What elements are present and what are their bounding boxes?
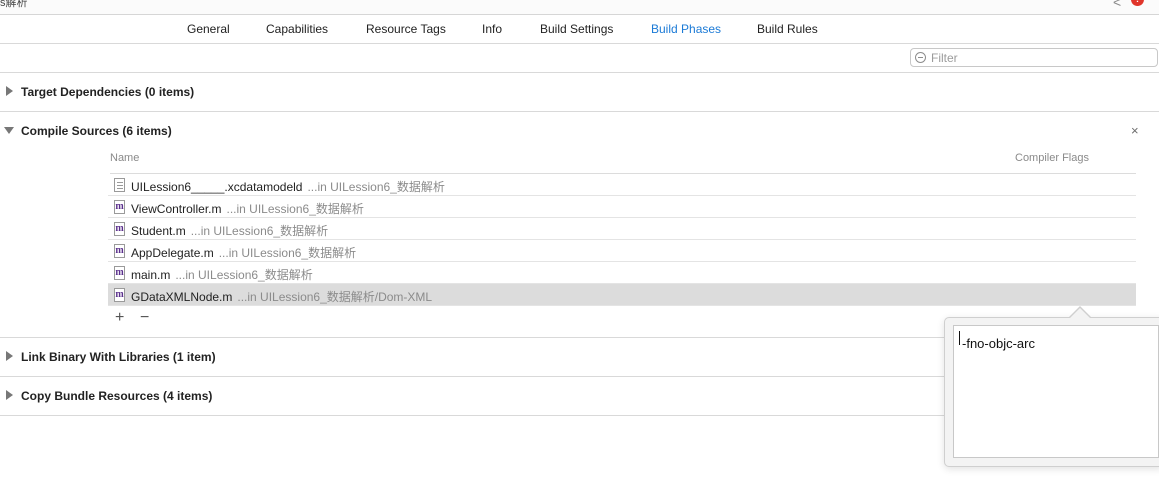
close-icon[interactable]: × (1131, 123, 1139, 138)
popover-arrow-fill (1069, 308, 1091, 319)
column-header-name[interactable]: Name (110, 152, 139, 164)
window-top-strip: s解析 < ! (0, 0, 1159, 15)
phase-title: Copy Bundle Resources (4 items) (21, 389, 213, 403)
file-name: main.m ...in UILession6_数据解析 (131, 268, 313, 282)
file-name: AppDelegate.m ...in UILession6_数据解析 (131, 246, 357, 260)
disclosure-triangle-icon[interactable] (4, 127, 14, 134)
table-row[interactable]: m main.m ...in UILession6_数据解析 (108, 262, 1136, 284)
file-path: ...in UILession6_数据解析 (175, 268, 313, 282)
tab-build-phases[interactable]: Build Phases (651, 22, 721, 36)
tab-capabilities[interactable]: Capabilities (266, 22, 328, 36)
tab-build-rules[interactable]: Build Rules (757, 22, 818, 36)
filter-input[interactable] (931, 50, 1151, 65)
tab-resource-tags[interactable]: Resource Tags (366, 22, 446, 36)
table-row[interactable]: m AppDelegate.m ...in UILession6_数据解析 (108, 240, 1136, 262)
file-name: GDataXMLNode.m ...in UILession6_数据解析/Dom-… (131, 290, 433, 304)
objc-file-icon: m (114, 288, 125, 302)
file-path: ...in UILession6_数据解析 (190, 224, 329, 238)
phase-target-dependencies[interactable]: Target Dependencies (0 items) (0, 81, 1159, 103)
file-path: ...in UILession6_数据解析 (307, 180, 445, 194)
tab-info[interactable]: Info (482, 22, 502, 36)
objc-file-icon: m (114, 200, 125, 214)
breadcrumb: s解析 (0, 0, 28, 9)
add-file-button[interactable]: + (115, 309, 124, 327)
compiler-flags-value[interactable]: -fno-objc-arc (958, 331, 1035, 351)
table-row-selected[interactable]: m GDataXMLNode.m ...in UILession6_数据解析/Do… (108, 284, 1136, 306)
disclosure-triangle-icon[interactable] (6, 351, 13, 361)
phase-title: Link Binary With Libraries (1 item) (21, 350, 216, 364)
objc-file-icon: m (114, 222, 125, 236)
tab-general[interactable]: General (187, 22, 230, 36)
file-name: ViewController.m ...in UILession6_数据解析 (131, 202, 364, 216)
compiler-flags-textarea[interactable]: -fno-objc-arc (953, 325, 1159, 458)
data-model-file-icon (114, 178, 125, 192)
table-row[interactable]: m ViewController.m ...in UILession6_数据解析 (108, 196, 1136, 218)
table-row[interactable]: UILession6_____.xcdatamodeld ...in UILess… (108, 174, 1136, 196)
file-path: ...in UILession6_数据解析 (226, 202, 364, 216)
phase-title: Target Dependencies (0 items) (21, 85, 195, 99)
objc-file-icon: m (114, 266, 125, 280)
file-name: Student.m ...in UILession6_数据解析 (131, 224, 329, 238)
text-caret (959, 331, 960, 345)
objc-file-icon: m (114, 244, 125, 258)
phase-compile-sources[interactable]: Compile Sources (6 items) (0, 120, 1159, 142)
file-path: ...in UILession6_数据解析 (218, 246, 357, 260)
issue-badge-icon[interactable]: ! (1131, 0, 1144, 6)
table-row[interactable]: m Student.m ...in UILession6_数据解析 (108, 218, 1136, 240)
file-name: UILession6_____.xcdatamodeld ...in UILess… (131, 180, 445, 194)
disclosure-triangle-icon[interactable] (6, 86, 13, 96)
tab-build-settings[interactable]: Build Settings (540, 22, 613, 36)
filter-field[interactable] (910, 48, 1158, 67)
divider (0, 72, 1159, 73)
remove-file-button[interactable]: − (140, 309, 149, 327)
chevron-left-icon[interactable]: < (1113, 0, 1121, 10)
column-header-compiler-flags[interactable]: Compiler Flags (1015, 152, 1089, 164)
tab-bar: General Capabilities Resource Tags Info … (0, 15, 1159, 44)
file-path: ...in UILession6_数据解析/Dom-XML (237, 290, 433, 304)
filter-icon (915, 52, 926, 63)
phase-title: Compile Sources (6 items) (21, 124, 172, 138)
disclosure-triangle-icon[interactable] (6, 390, 13, 400)
divider (0, 111, 1159, 112)
